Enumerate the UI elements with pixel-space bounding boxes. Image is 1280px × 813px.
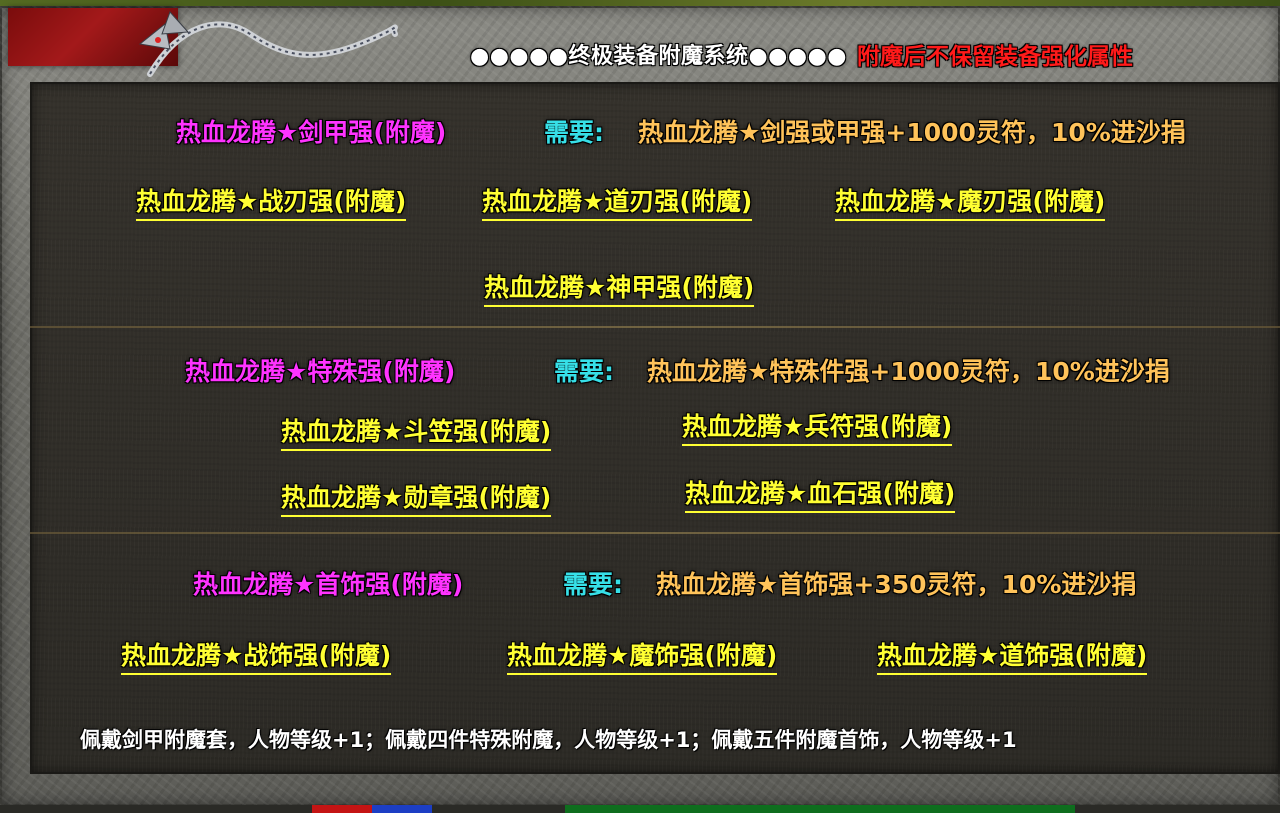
section-divider — [30, 532, 1280, 534]
section-header-special: 热血龙腾★特殊强(附魔) — [185, 357, 456, 386]
section-divider — [30, 326, 1280, 328]
enchant-link-tao-jewelry[interactable]: 热血龙腾★道饰强(附魔) — [877, 640, 1148, 675]
title-bar: ●●●●●终极装备附魔系统●●●●● 附魔后不保留装备强化属性 — [470, 36, 1133, 72]
set-bonus-note: 佩戴剑甲附魔套，人物等级+1；佩戴四件特殊附魔，人物等级+1；佩戴五件附魔首饰，… — [80, 728, 1017, 752]
need-text: 热血龙腾★剑强或甲强+1000灵符，10%进沙捐 — [638, 118, 1186, 147]
enchant-link-medal[interactable]: 热血龙腾★勋章强(附魔) — [281, 482, 552, 517]
enchant-link-tao-blade[interactable]: 热血龙腾★道刃强(附魔) — [482, 186, 753, 221]
enchant-link-token[interactable]: 热血龙腾★兵符强(附魔) — [682, 411, 953, 446]
enchant-link-blood-stone[interactable]: 热血龙腾★血石强(附魔) — [685, 478, 956, 513]
mp-bar — [372, 805, 432, 813]
game-scene: ●●●●●终极装备附魔系统●●●●● 附魔后不保留装备强化属性 热血龙腾★剑甲强… — [0, 0, 1280, 813]
need-label: 需要: — [563, 570, 623, 599]
need-label: 需要: — [544, 118, 604, 147]
dragon-ornament-icon — [138, 11, 398, 77]
enchant-panel: 热血龙腾★剑甲强(附魔) 需要: 热血龙腾★剑强或甲强+1000灵符，10%进沙… — [30, 82, 1280, 774]
enchant-link-war-blade[interactable]: 热血龙腾★战刃强(附魔) — [136, 186, 407, 221]
exp-bar — [565, 805, 1075, 813]
enchant-link-magic-jewelry[interactable]: 热血龙腾★魔饰强(附魔) — [507, 640, 778, 675]
need-text: 热血龙腾★首饰强+350灵符，10%进沙捐 — [656, 570, 1137, 599]
hp-bar — [312, 805, 372, 813]
enchant-link-hat[interactable]: 热血龙腾★斗笠强(附魔) — [281, 416, 552, 451]
need-label: 需要: — [554, 357, 614, 386]
system-title: ●●●●●终极装备附魔系统●●●●● — [470, 44, 847, 69]
enchant-link-war-jewelry[interactable]: 热血龙腾★战饰强(附魔) — [121, 640, 392, 675]
enchant-link-divine-armor[interactable]: 热血龙腾★神甲强(附魔) — [484, 272, 755, 307]
section-header-sword-armor: 热血龙腾★剑甲强(附魔) — [176, 118, 447, 147]
warning-text: 附魔后不保留装备强化属性 — [856, 44, 1133, 70]
section-header-jewelry: 热血龙腾★首饰强(附魔) — [193, 570, 464, 599]
need-text: 热血龙腾★特殊件强+1000灵符，10%进沙捐 — [647, 357, 1170, 386]
enchant-link-magic-blade[interactable]: 热血龙腾★魔刃强(附魔) — [835, 186, 1106, 221]
